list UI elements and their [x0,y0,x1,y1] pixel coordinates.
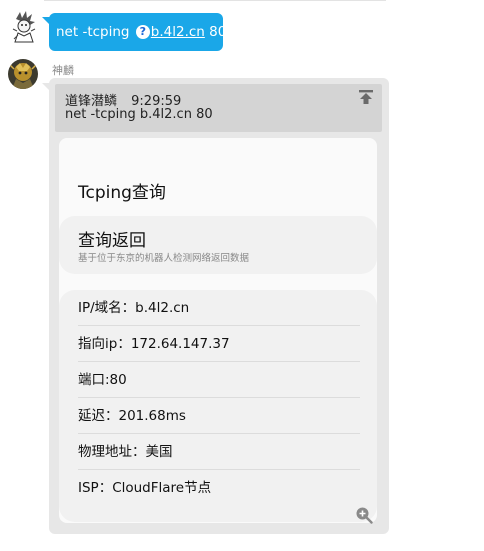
pin-to-top-icon[interactable] [358,89,374,105]
zoom-in-icon[interactable] [355,506,373,524]
sender-name: 神麟 [52,64,74,77]
user-avatar-image [10,9,38,43]
question-circle-icon[interactable]: ? [135,25,150,39]
bot-message-bubble[interactable]: 道锋潜鳞 9:29:59 net -tcping b.4l2.cn 80 Tcp… [42,78,389,534]
user-message-bubble[interactable]: net -tcping ? b.4l2.cn 80 [42,13,227,51]
info-row-resolved-ip: 指向ip：172.64.147.37 [78,326,360,362]
bot-avatar[interactable] [8,59,38,89]
info-row-location: 物理地址：美国 [78,434,360,470]
info-row-isp: ISP：CloudFlare节点 [78,480,212,496]
info-row-ip-domain: IP/域名：b.4l2.cn [78,290,360,326]
card-title: Tcping查询 [78,183,166,203]
host-link[interactable]: b.4l2.cn [151,24,205,40]
reply-quote[interactable]: 道锋潜鳞 9:29:59 net -tcping b.4l2.cn 80 [55,84,382,132]
section-title: 查询返回 [78,231,146,251]
bot-avatar-image [8,59,38,89]
info-row-port: 端口:80 [78,362,360,398]
tcping-result-card: Tcping查询 查询返回 基于位于东京的机器人检测网络返回数据 IP/域名：b… [59,138,377,524]
result-details-panel: IP/域名：b.4l2.cn 指向ip：172.64.147.37 端口:80 … [59,290,377,524]
section-subtitle: 基于位于东京的机器人检测网络返回数据 [78,253,250,264]
quote-text: net -tcping b.4l2.cn 80 [65,107,213,122]
user-avatar[interactable] [10,9,38,43]
top-divider [44,0,386,1]
result-header-panel: 查询返回 基于位于东京的机器人检测网络返回数据 [59,216,377,274]
port-text: 80 [209,24,227,40]
info-row-latency: 延迟：201.68ms [78,398,360,434]
command-text: net -tcping [56,24,130,40]
